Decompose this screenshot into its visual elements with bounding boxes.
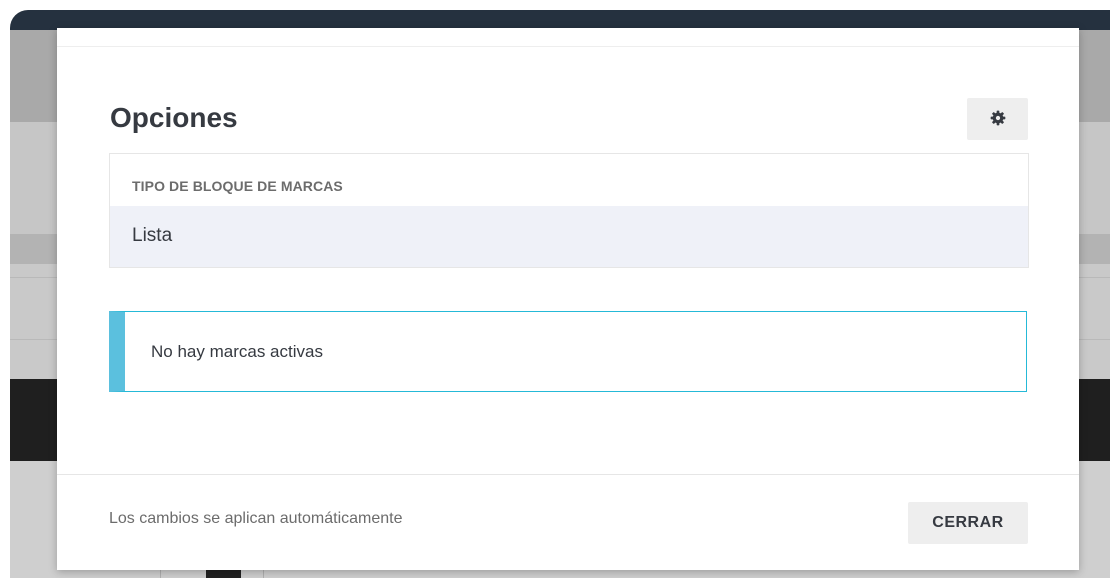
gear-icon — [990, 110, 1006, 129]
options-table: TIPO DE BLOQUE DE MARCAS Lista — [109, 153, 1029, 268]
modal-footer-divider — [57, 474, 1079, 475]
info-alert: No hay marcas activas — [109, 311, 1027, 392]
alert-text: No hay marcas activas — [151, 342, 323, 361]
column-header-brand-block-type: TIPO DE BLOQUE DE MARCAS — [132, 178, 343, 194]
close-button[interactable]: CERRAR — [908, 502, 1028, 544]
settings-button[interactable] — [967, 98, 1028, 140]
modal-title: Opciones — [110, 102, 238, 133]
app-topbar — [10, 10, 1110, 30]
options-modal: Opciones TIPO DE BLOQUE DE MARCAS Lista … — [57, 28, 1079, 570]
auto-apply-note: Los cambios se aplican automáticamente — [109, 510, 403, 527]
modal-top-divider — [57, 46, 1079, 47]
brand-block-type-value: Lista — [132, 225, 173, 246]
table-row[interactable]: Lista — [110, 206, 1028, 267]
